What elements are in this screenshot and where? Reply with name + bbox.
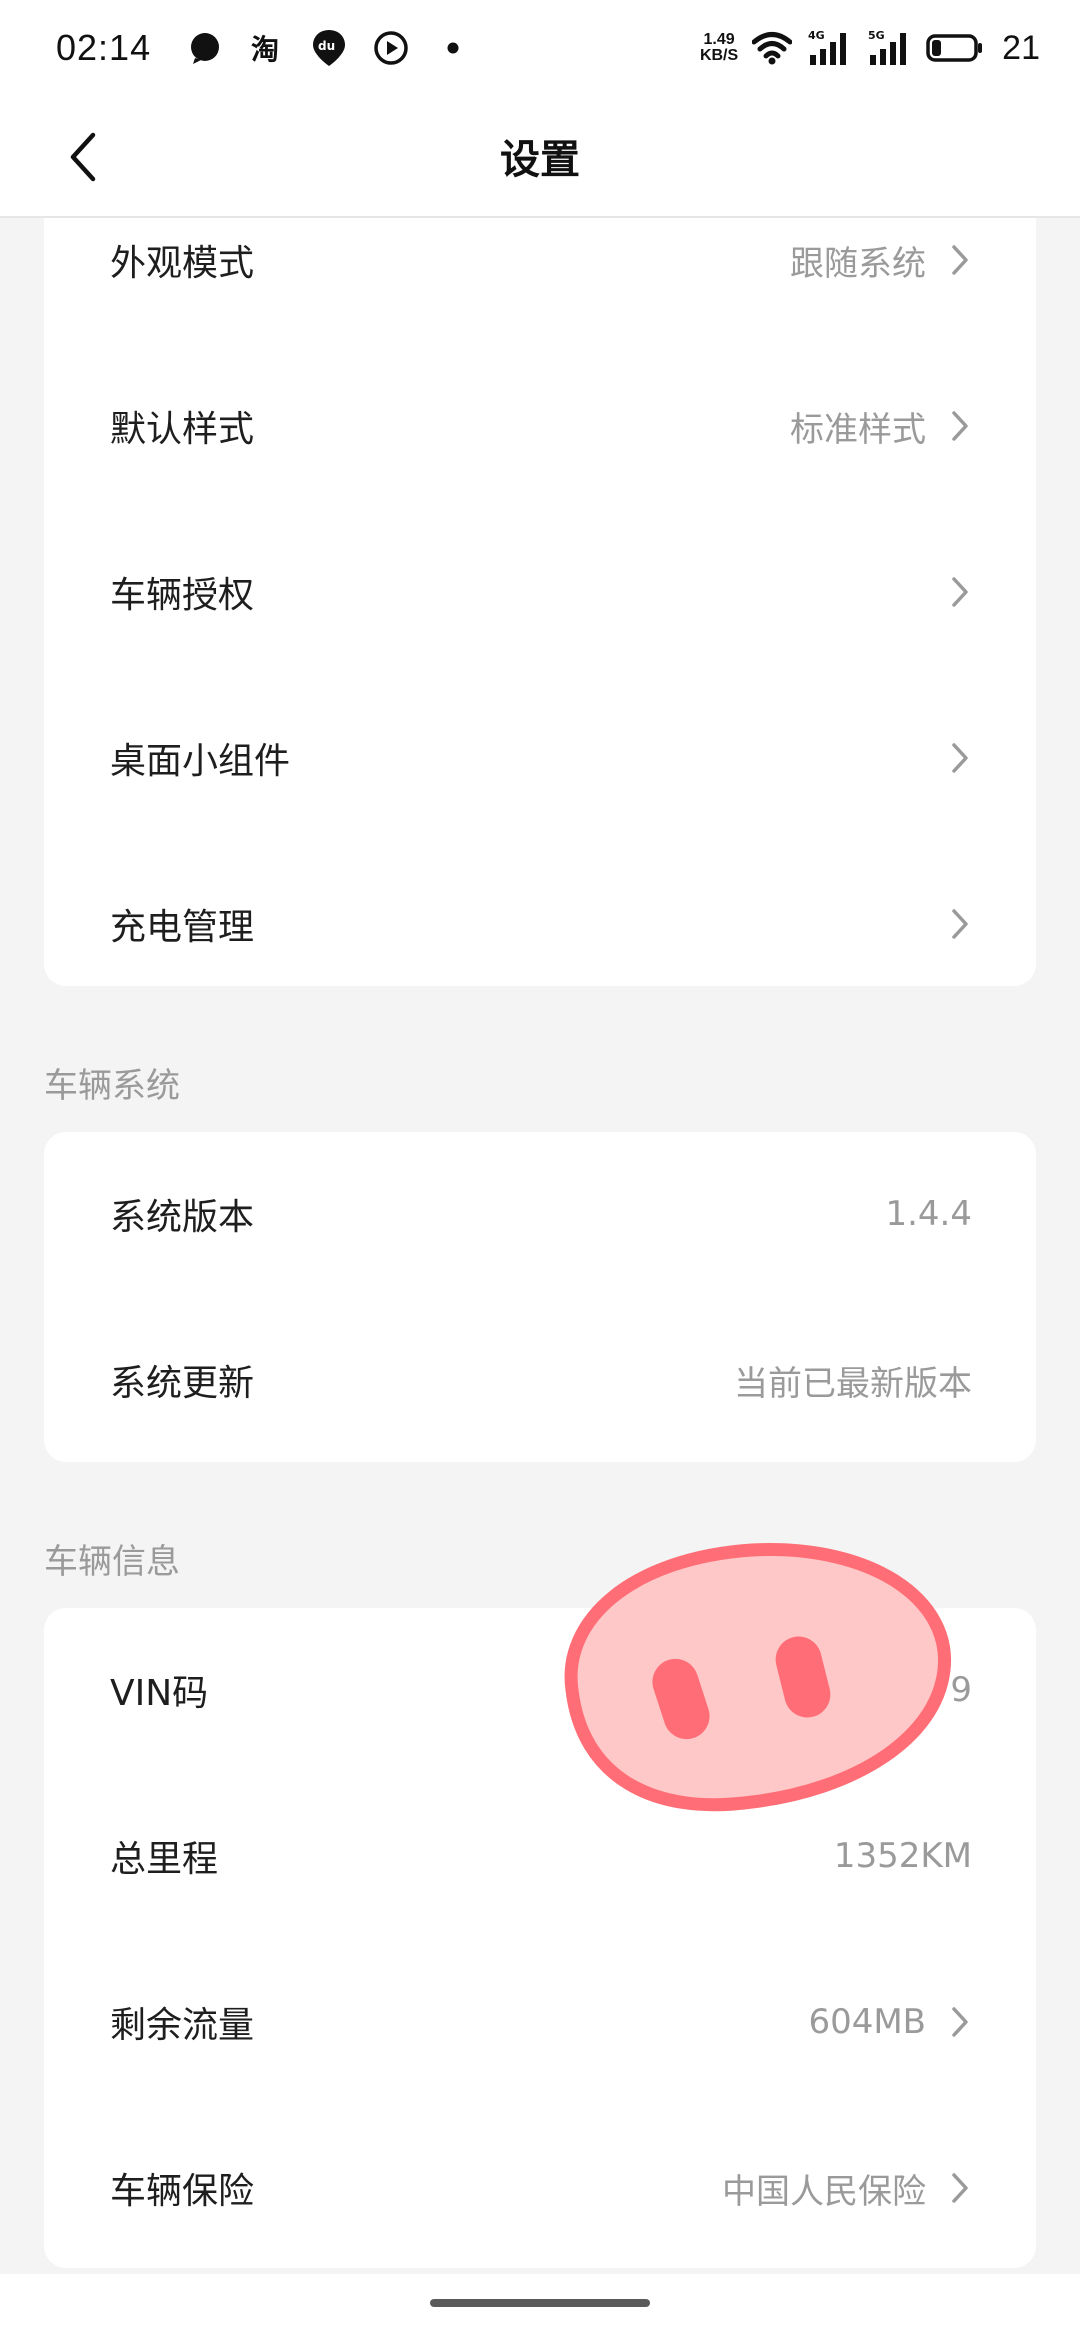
network-speed: 1.49 KB/S xyxy=(700,32,738,64)
settings-row-default-style[interactable]: 默认样式 标准样式 xyxy=(44,376,1036,476)
row-label: 系统更新 xyxy=(110,1363,255,1404)
row-label: 系统版本 xyxy=(110,1197,255,1238)
chevron-right-icon xyxy=(948,406,972,446)
row-label: 总里程 xyxy=(110,1839,219,1880)
row-value: 1352KM xyxy=(833,1836,972,1876)
status-bar: 02:14 淘 du 1.49 KB/S 4G 5G 21 xyxy=(0,0,1080,96)
page-title: 设置 xyxy=(500,137,580,183)
back-button[interactable] xyxy=(48,122,118,192)
settings-row-desktop-widget[interactable]: 桌面小组件 xyxy=(44,708,1036,808)
taobao-icon: 淘 xyxy=(247,28,287,68)
settings-row-vehicle-insurance[interactable]: 车辆保险 中国人民保险 xyxy=(44,2138,1036,2238)
vehicle-system-card: 系统版本 1.4.4 系统更新 当前已最新版本 xyxy=(44,1132,1036,1462)
row-value: 中国人民保险 xyxy=(722,2171,926,2212)
row-label: 车辆保险 xyxy=(110,2171,255,2212)
signal-4g-icon: 4G xyxy=(806,28,852,68)
settings-row-vehicle-authorization[interactable]: 车辆授权 xyxy=(44,542,1036,642)
chevron-right-icon xyxy=(948,904,972,944)
status-time: 02:14 xyxy=(56,27,152,68)
row-value: 跟随系统 xyxy=(790,243,926,284)
settings-row-system-version: 系统版本 1.4.4 xyxy=(44,1164,1036,1264)
network-speed-unit: KB/S xyxy=(699,47,739,64)
row-value: 标准样式 xyxy=(790,409,926,450)
row-label: 充电管理 xyxy=(110,907,255,948)
row-label: 外观模式 xyxy=(110,243,255,284)
chevron-left-icon xyxy=(70,132,96,182)
network-speed-value: 1.49 xyxy=(703,31,735,48)
pig-nose-sticker-icon xyxy=(552,1540,956,1832)
settings-row-system-update[interactable]: 系统更新 当前已最新版本 xyxy=(44,1330,1036,1430)
row-label: 桌面小组件 xyxy=(110,741,291,782)
settings-row-remaining-data[interactable]: 剩余流量 604MB xyxy=(44,1972,1036,2072)
row-value: 当前已最新版本 xyxy=(734,1363,972,1404)
display-settings-card: 外观模式 跟随系统 默认样式 标准样式 车辆授权 桌面小组件 充电管理 xyxy=(44,218,1036,986)
settings-screen: 02:14 淘 du 1.49 KB/S 4G 5G 21 设置 外观模式 跟随… xyxy=(0,0,1080,2340)
chevron-right-icon xyxy=(948,2168,972,2208)
row-label: 默认样式 xyxy=(110,409,255,450)
signal-5g-icon: 5G xyxy=(866,28,912,68)
section-title-vehicle-system: 车辆系统 xyxy=(44,1066,180,1106)
settings-row-appearance-mode[interactable]: 外观模式 跟随系统 xyxy=(44,210,1036,310)
row-label: 车辆授权 xyxy=(110,575,255,616)
chevron-right-icon xyxy=(948,738,972,778)
battery-icon xyxy=(926,28,984,68)
home-indicator[interactable] xyxy=(430,2299,650,2307)
du-map-pin-icon: du xyxy=(309,28,349,68)
settings-row-charging-management[interactable]: 充电管理 xyxy=(44,874,1036,974)
message-bubble-icon xyxy=(185,28,225,68)
section-title-vehicle-info: 车辆信息 xyxy=(44,1542,180,1582)
status-right: 1.49 KB/S 4G 5G 21 xyxy=(700,28,1040,68)
dot-icon xyxy=(433,28,473,68)
wifi-icon xyxy=(752,28,793,68)
battery-level: 21 xyxy=(1002,28,1040,67)
svg-text:du: du xyxy=(318,39,335,53)
chevron-right-icon xyxy=(948,572,972,612)
row-label: 剩余流量 xyxy=(110,2005,255,2046)
net-4g-label: 4G xyxy=(808,29,825,42)
row-value: 1.4.4 xyxy=(885,1194,972,1234)
play-icon xyxy=(371,28,411,68)
row-value: 604MB xyxy=(808,2002,926,2042)
chevron-right-icon xyxy=(948,2002,972,2042)
chevron-right-icon xyxy=(948,240,972,280)
nav-header: 设置 xyxy=(0,96,1080,218)
notification-icons: 淘 du xyxy=(185,28,473,68)
system-nav-bar xyxy=(0,2274,1080,2340)
svg-text:淘: 淘 xyxy=(251,33,279,66)
net-5g-label: 5G xyxy=(868,29,885,42)
row-label: VIN码 xyxy=(110,1673,209,1714)
